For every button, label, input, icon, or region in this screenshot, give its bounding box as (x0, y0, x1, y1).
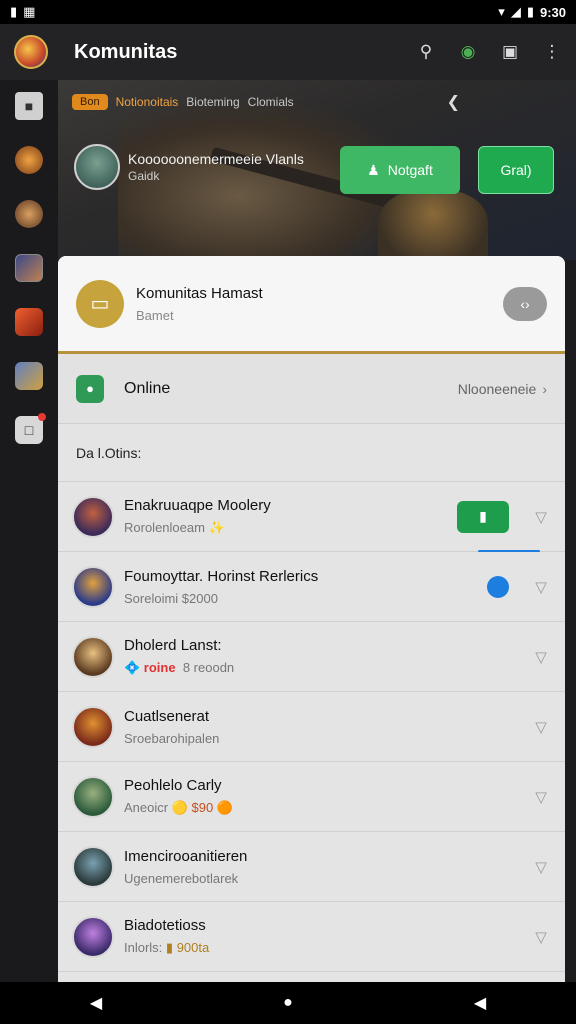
list-item-title: Cuatlsenerat (124, 707, 210, 725)
hero-profile-name: Koooooonemermeeie Vlanls (128, 151, 304, 167)
list-item[interactable]: Cuatlsenerat Sroebarohipalen ▽ (58, 692, 565, 762)
list-item-sub-suffix: 🟡 $90 🟠 (171, 800, 233, 815)
guild-avatar-2-icon[interactable] (15, 200, 43, 228)
system-nav-bar: ◀ ● ◀ (0, 982, 576, 1024)
online-icon: ● (76, 374, 104, 403)
community-sheet: ▭ Komunitas Hamast Bamet ‹› ● Online Nlo… (58, 256, 565, 982)
list-item-sub: Ugenemerebotlarek (124, 870, 239, 886)
online-row[interactable]: ● Online Nlooneeneie › (58, 354, 565, 424)
list-item-sub: Aneoicr (124, 800, 169, 815)
home-icon[interactable]: ■ (15, 92, 43, 120)
chevron-down-icon[interactable]: ▽ (531, 927, 551, 947)
globe-icon[interactable]: ◉ (458, 42, 478, 62)
list-item-hot-tag: 💠 roine (124, 660, 176, 675)
online-label: Online (124, 379, 171, 397)
list-item-title: Biadotetioss (124, 917, 206, 934)
avatar (72, 915, 114, 958)
wifi-icon: ▾ (498, 4, 505, 19)
back-icon[interactable]: ◀ (76, 993, 116, 1013)
chat-icon[interactable]: ▣ (500, 42, 520, 62)
app-bar: Komunitas ⚲ ◉ ▣ ⋮ (0, 24, 576, 80)
share-icon: ‹› (520, 295, 530, 312)
status-dot (487, 575, 509, 598)
hero-tabs: Bon Notionoitais Bioteming Clomials (72, 94, 294, 110)
hero-badge: Bon (72, 94, 108, 110)
sheet-subtitle: Bamet (136, 307, 174, 323)
avatar (72, 705, 114, 748)
list-item-sub: Soreloimi $2000 (124, 590, 218, 606)
chevron-down-icon[interactable]: ▽ (531, 787, 551, 807)
hero-art-character (378, 190, 488, 260)
list-item-sub: Rorolenloeam (124, 520, 205, 535)
list-item[interactable]: Dholerd Lanst: 💠 roine 8 reoodn ▽ (58, 622, 565, 692)
hero-tab-notifications[interactable]: Notionoitais (116, 95, 179, 109)
guild-avatar-3-icon[interactable] (15, 254, 43, 282)
list-item-title: Foumoyttar. Horinst Rerlerics (124, 567, 319, 585)
list-item-title: Peohlelo Carly (124, 777, 222, 794)
app-title: Komunitas (74, 40, 178, 63)
list-item-title: Enakruuaqpe Moolery (124, 497, 271, 514)
status-bar: ▮ ▦ ▾ ◢ ▮ 9:30 (0, 0, 576, 24)
chevron-down-icon[interactable]: ▽ (531, 857, 551, 877)
chevron-right-icon: › (542, 380, 547, 397)
chevron-down-icon[interactable]: ▽ (531, 717, 551, 737)
section-label: Da l.Otins: (58, 424, 565, 482)
list-item[interactable]: Peohlelo Carly Aneoicr 🟡 $90 🟠 ▽ (58, 762, 565, 832)
list-item-sub: 8 reoodn (182, 660, 235, 675)
chevron-left-icon[interactable]: ❮ (447, 92, 460, 112)
inbox-icon[interactable]: □ (15, 413, 46, 444)
avatar (72, 635, 114, 678)
join-button-label: Notgaft (387, 162, 433, 178)
join-button[interactable]: ♟ Notgaft (340, 146, 460, 194)
avatar (72, 775, 114, 818)
list-item-sub: Inlorls: (124, 940, 163, 955)
chevron-down-icon[interactable]: ▽ (531, 647, 551, 667)
list-item-sub-suffix: ✨ (208, 520, 225, 535)
list-item-title: Imencirooanitieren (124, 847, 248, 865)
notification-icon: ▮ (10, 4, 18, 19)
home-icon[interactable]: ● (268, 994, 308, 1012)
recents-icon[interactable]: ◀ (460, 993, 500, 1013)
search-icon[interactable]: ⚲ (416, 42, 436, 62)
side-button[interactable]: Gral) (478, 146, 554, 194)
guild-avatar-4-icon[interactable] (15, 308, 43, 336)
online-action-label: Nlooneeneie (457, 380, 537, 397)
user-plus-icon: ♟ (367, 161, 380, 178)
app-logo[interactable] (14, 35, 48, 69)
hero-profile-sub: Gaidk (128, 169, 160, 183)
hero-tab-browse[interactable]: Bioteming (186, 95, 239, 109)
avatar (72, 495, 114, 538)
status-time: 9:30 (539, 4, 566, 20)
guild-avatar-1-icon[interactable] (15, 146, 43, 174)
add-toggle-button[interactable]: ▮ (457, 500, 509, 533)
list-item-sub-suffix: ▮ 900ta (165, 940, 210, 955)
list-item[interactable]: Biadotetioss Inlorls: ▮ 900ta ▽ (58, 902, 565, 972)
avatar (74, 144, 120, 190)
list-item-title: Dholerd Lanst: (124, 637, 222, 654)
list-item[interactable]: Enakruuaqpe Moolery Rorolenloeam ✨ ▮ ▽ (58, 482, 565, 553)
list-item[interactable]: Foumoyttar. Horinst Rerlerics Soreloimi … (58, 552, 565, 622)
list-item-sub: Sroebarohipalen (124, 730, 220, 746)
avatar (72, 845, 114, 888)
hero-profile[interactable]: Koooooonemermeeie Vlanls Gaidk (74, 144, 304, 190)
gallery-icon: ▦ (23, 4, 36, 19)
signal-icon: ◢ (510, 4, 521, 19)
list-item[interactable]: Imencirooanitieren Ugenemerebotlarek ▽ (58, 832, 565, 902)
gift-icon: ▭ (76, 279, 124, 328)
hero-banner: Bon Notionoitais Bioteming Clomials ❮ Ko… (58, 80, 576, 260)
hero-tab-channels[interactable]: Clomials (248, 95, 294, 109)
share-button[interactable]: ‹› (503, 286, 547, 321)
sheet-header: ▭ Komunitas Hamast Bamet ‹› (58, 256, 565, 354)
side-button-label: Gral) (500, 162, 532, 178)
left-rail: ■ □ (0, 80, 58, 982)
sheet-title: Komunitas Hamast (136, 284, 263, 302)
guild-avatar-5-icon[interactable] (15, 362, 43, 390)
battery-icon: ▮ (526, 4, 534, 19)
online-action[interactable]: Nlooneeneie › (458, 381, 547, 397)
avatar (72, 565, 114, 608)
more-vert-icon[interactable]: ⋮ (542, 42, 562, 62)
chevron-down-icon[interactable]: ▽ (531, 577, 551, 597)
chevron-down-icon[interactable]: ▽ (531, 507, 551, 527)
